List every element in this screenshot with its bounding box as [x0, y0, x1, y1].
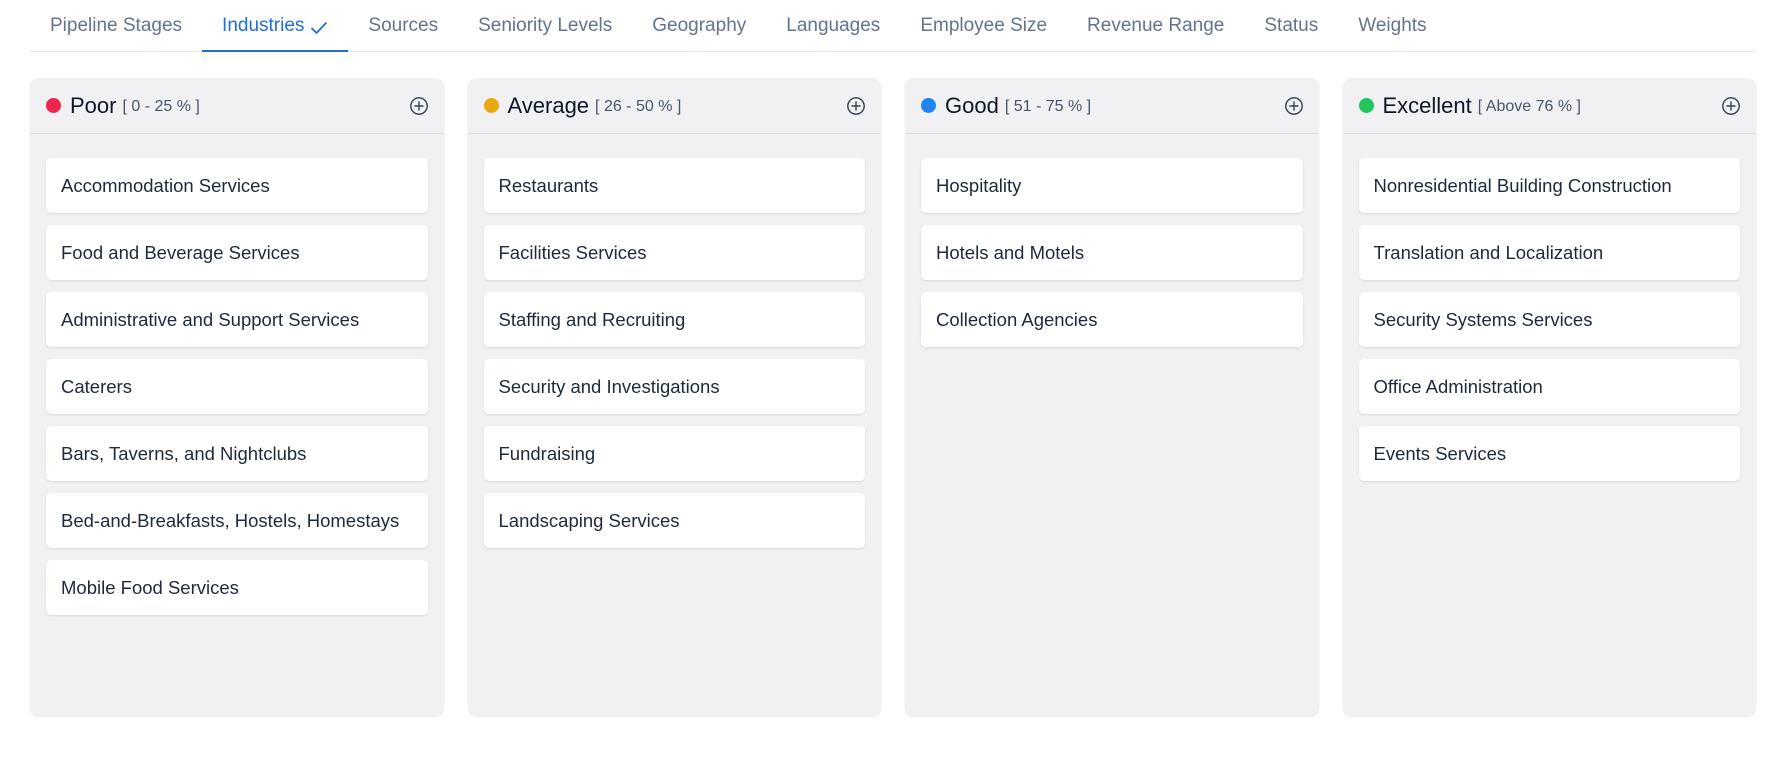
industry-card[interactable]: Mobile Food Services: [46, 560, 428, 615]
tab-sources[interactable]: Sources: [348, 0, 458, 51]
tab-label: Employee Size: [920, 14, 1048, 36]
tab-label: Pipeline Stages: [50, 14, 183, 36]
tab-status[interactable]: Status: [1244, 0, 1338, 51]
tab-label: Languages: [786, 14, 881, 36]
tab-label: Seniority Levels: [478, 14, 613, 36]
column-title: Poor: [70, 92, 117, 118]
scoring-board: Poor [ 0 - 25 % ] Accommodation Services Fo…: [30, 78, 1756, 716]
tab-revenue-range[interactable]: Revenue Range: [1067, 0, 1244, 51]
industry-card[interactable]: Hospitality: [921, 158, 1303, 213]
add-item-button[interactable]: [845, 95, 867, 117]
tab-bar: Pipeline Stages Industries Sources Seniorit…: [30, 0, 1756, 52]
column-title: Excellent: [1382, 92, 1472, 118]
tab-geography[interactable]: Geography: [632, 0, 766, 51]
tab-label: Weights: [1358, 14, 1427, 36]
industry-card[interactable]: Food and Beverage Services: [46, 225, 428, 280]
card-list: Restaurants Facilities Services Staffing a…: [468, 134, 882, 548]
tab-languages[interactable]: Languages: [766, 0, 900, 51]
add-item-button[interactable]: [1283, 95, 1305, 117]
column-range: [ 51 - 75 % ]: [1004, 98, 1092, 115]
tab-weights[interactable]: Weights: [1338, 0, 1446, 51]
industry-card[interactable]: Administrative and Support Services: [46, 292, 428, 347]
status-dot-icon: [1358, 98, 1374, 113]
column-header: Average [ 26 - 50 % ]: [467, 78, 881, 134]
industry-card[interactable]: Facilities Services: [483, 225, 865, 280]
industry-card[interactable]: Landscaping Services: [483, 493, 865, 548]
status-dot-icon: [46, 98, 61, 113]
column-header: Good [ 51 - 75 % ]: [905, 78, 1319, 134]
add-item-button[interactable]: [1720, 95, 1742, 117]
column-header: Excellent [ Above 76 % ]: [1342, 78, 1756, 134]
column-range: [ 0 - 25 % ]: [122, 98, 200, 115]
plus-circle-icon: [1284, 96, 1303, 115]
tab-seniority-levels[interactable]: Seniority Levels: [458, 0, 632, 51]
industry-card[interactable]: Translation and Localization: [1358, 225, 1740, 280]
status-dot-icon: [483, 98, 499, 113]
industry-card[interactable]: Nonresidential Building Construction: [1358, 158, 1740, 213]
industry-card[interactable]: Security and Investigations: [483, 359, 865, 414]
tab-label: Geography: [652, 14, 747, 36]
plus-circle-icon: [409, 96, 428, 115]
tab-label: Revenue Range: [1087, 14, 1225, 36]
tab-pipeline-stages[interactable]: Pipeline Stages: [30, 0, 202, 51]
card-list: Nonresidential Building Construction Tran…: [1343, 134, 1757, 481]
add-item-button[interactable]: [408, 95, 430, 117]
industry-card[interactable]: Bed-and-Breakfasts, Hostels, Homestays: [46, 493, 428, 548]
industry-card[interactable]: Caterers: [46, 359, 428, 414]
industry-card[interactable]: Accommodation Services: [46, 158, 428, 213]
industry-card[interactable]: Restaurants: [483, 158, 865, 213]
tab-label: Industries: [222, 14, 305, 36]
column-poor: Poor [ 0 - 25 % ] Accommodation Services Fo…: [30, 78, 444, 716]
tab-employee-size[interactable]: Employee Size: [900, 0, 1067, 51]
card-list: Hospitality Hotels and Motels Collection A…: [905, 134, 1319, 347]
industry-card[interactable]: Fundraising: [483, 426, 865, 481]
industry-card[interactable]: Bars, Taverns, and Nightclubs: [46, 426, 428, 481]
column-excellent: Excellent [ Above 76 % ] Nonresidential Bu…: [1342, 78, 1757, 716]
column-range: [ Above 76 % ]: [1477, 98, 1581, 115]
card-list: Accommodation Services Food and Beverage …: [30, 134, 444, 615]
plus-circle-icon: [847, 96, 865, 115]
industry-card[interactable]: Collection Agencies: [921, 292, 1303, 347]
industry-card[interactable]: Events Services: [1358, 426, 1740, 481]
industry-card[interactable]: Staffing and Recruiting: [483, 292, 865, 347]
column-title: Average: [507, 92, 590, 118]
check-icon: [310, 19, 328, 34]
plus-circle-icon: [1722, 96, 1740, 115]
tab-industries[interactable]: Industries: [202, 0, 349, 52]
tab-label: Sources: [368, 14, 439, 36]
status-dot-icon: [921, 98, 936, 113]
column-average: Average [ 26 - 50 % ] Restaurants Facilitie…: [467, 78, 882, 716]
column-header: Poor [ 0 - 25 % ]: [30, 78, 444, 134]
column-good: Good [ 51 - 75 % ] Hospitality Hotels and M…: [905, 78, 1319, 716]
industry-card[interactable]: Office Administration: [1358, 359, 1740, 414]
column-title: Good: [945, 92, 999, 118]
tab-label: Status: [1264, 14, 1319, 36]
column-range: [ 26 - 50 % ]: [595, 98, 682, 115]
industry-card[interactable]: Hotels and Motels: [921, 225, 1303, 280]
industry-card[interactable]: Security Systems Services: [1358, 292, 1740, 347]
